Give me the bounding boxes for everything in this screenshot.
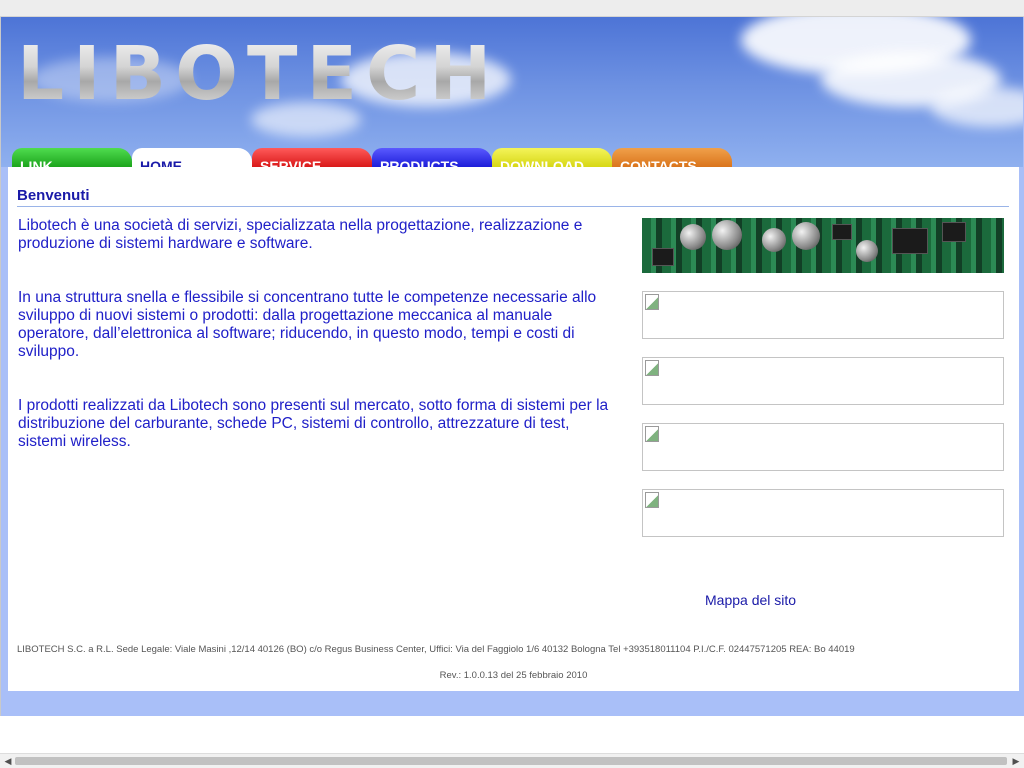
tab-products[interactable]: PRODUCTS	[372, 148, 492, 167]
image-placeholder[interactable]	[642, 291, 1004, 339]
broken-image-icon	[645, 294, 659, 310]
chevron-right-icon[interactable]: ▶	[1009, 755, 1023, 767]
tab-contacts[interactable]: CONTACTS	[612, 148, 732, 167]
image-placeholder[interactable]	[642, 489, 1004, 537]
circuit-board-image	[642, 218, 1004, 273]
sitemap-link[interactable]: Mappa del sito	[705, 592, 796, 608]
tab-home[interactable]: HOME	[132, 148, 252, 167]
site-header: LIBOTECH LINK HOME SERVICE PRODUCTS DOWN…	[1, 17, 1023, 167]
horizontal-scrollbar[interactable]: ◀ ▶	[0, 753, 1024, 768]
scrollbar-thumb[interactable]	[15, 757, 1007, 765]
broken-image-icon	[645, 360, 659, 376]
products-paragraph: I prodotti realizzati da Libotech sono p…	[18, 397, 609, 450]
browser-top-strip	[0, 0, 1024, 17]
footer-company-info: LIBOTECH S.C. a R.L. Sede Legale: Viale …	[17, 644, 855, 655]
tab-service[interactable]: SERVICE	[252, 148, 372, 167]
structure-paragraph: In una struttura snella e flessibile si …	[18, 289, 597, 360]
site-logo: LIBOTECH	[17, 31, 501, 117]
image-placeholder[interactable]	[642, 423, 1004, 471]
broken-image-icon	[645, 426, 659, 442]
tab-link[interactable]: LINK	[12, 148, 132, 167]
page-title: Benvenuti	[17, 187, 1009, 207]
intro-paragraph: Libotech è una società di servizi, speci…	[18, 217, 583, 252]
broken-image-icon	[645, 492, 659, 508]
tab-download[interactable]: DOWNLOAD	[492, 148, 612, 167]
image-placeholder[interactable]	[642, 357, 1004, 405]
main-nav: LINK HOME SERVICE PRODUCTS DOWNLOAD CONT…	[12, 148, 732, 167]
footer-revision: Rev.: 1.0.0.13 del 25 febbraio 2010	[439, 670, 588, 681]
content-area: Benvenuti Libotech è una società di serv…	[8, 167, 1019, 691]
chevron-left-icon[interactable]: ◀	[1, 755, 15, 767]
